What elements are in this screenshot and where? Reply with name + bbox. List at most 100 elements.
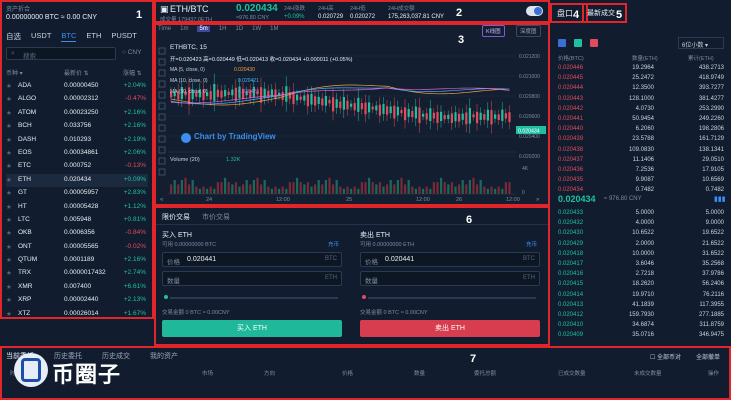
order-book: 6位小数 ▾ 价格(BTC) 数量(ETH) 累计(ETH) 0.020446 1… [552,24,730,344]
region-label-7: 7 [470,353,477,365]
ob-total: 35.2568 [702,261,724,267]
orderbook-row[interactable]: 0.020441 50.9454 249.2260 [552,115,730,124]
region-6-outline [154,206,550,346]
region-label-5: 5 [616,9,623,21]
orderbook-row[interactable]: 0.020415 18.2620 56.2406 [552,280,730,289]
ob-total: 161.7129 [698,136,724,143]
ob-price: 0.020443 [558,95,584,102]
orderbook-row[interactable]: 0.020430 10.6522 19.6522 [552,229,730,238]
orderbook-row[interactable]: 0.020435 9.9087 10.6569 [552,176,730,185]
orderbook-row[interactable]: 0.020442 4.0730 253.2990 [552,105,730,114]
ob-price: 0.020435 [558,177,584,184]
ob-price: 0.020432 [558,220,584,227]
mid-price: 0.020434 [558,194,596,204]
orderbook-row[interactable]: 0.020439 23.5788 161.7129 [552,135,730,144]
ob-qty: 34.6874 [632,322,654,329]
orderbook-row[interactable]: 0.020432 4.0000 9.0000 [552,219,730,228]
ob-total: 277.1885 [698,312,724,318]
orderbook-row[interactable]: 0.020414 19.9710 76.2116 [552,291,730,300]
ob-total: 76.2116 [702,291,724,298]
region-label-3: 3 [458,34,465,46]
orderbook-row[interactable]: 0.020410 34.6874 311.8759 [552,321,730,330]
ob-qty: 3.6046 [635,261,654,267]
ob-price: 0.020417 [558,261,584,267]
ob-qty: 4.0000 [635,220,654,227]
orderbook-row[interactable]: 0.020416 2.7218 37.9786 [552,270,730,279]
ob-price: 0.020446 [558,65,584,71]
ob-total: 37.9786 [702,271,724,278]
ob-qty: 19.2964 [632,65,654,71]
ob-qty: 35.0716 [632,332,654,339]
ob-price: 0.020438 [558,146,584,153]
ob-price: 0.020442 [558,105,584,112]
exchange-page: 资产折合 0.00000000 BTC ≈ 0.00 CNY 自选 USDT BTC… [0,0,731,400]
ob-price: 0.020418 [558,250,584,257]
orderbook-row[interactable]: 0.020445 25.2472 418.9749 [552,74,730,83]
ob-qty: 23.5788 [632,136,654,143]
ob-qty: 7.2536 [635,167,654,173]
ob-total: 29.0510 [702,156,724,163]
ob-qty: 4.0730 [635,105,654,112]
ob-price: 0.020430 [558,230,584,237]
decimals-value: 6位小数 [682,43,704,49]
tab-orderbook[interactable]: 盘口 [557,8,573,19]
ob-price: 0.020410 [558,322,584,329]
ob-qty: 5.0000 [635,210,654,216]
ob-qty: 25.2472 [632,75,654,82]
ob-total: 253.2990 [698,105,724,112]
region-1-outline [0,0,154,319]
orderbook-row[interactable]: 0.020443 128.1000 381.4277 [552,95,730,104]
ob-total: 418.9749 [698,75,724,82]
ob-qty: 2.7218 [635,271,654,278]
orderbook-row[interactable]: 0.020436 7.2536 17.9105 [552,166,730,175]
ob-price: 0.020433 [558,210,584,216]
mid-price-row: 0.020434 ≈ 976.80 CNY ▮▮▮ [552,192,730,206]
ob-total: 9.0000 [705,220,724,227]
ob-qty: 109.0830 [628,146,654,153]
orderbook-row[interactable]: 0.020412 159.7930 277.1885 [552,311,730,320]
ob-qty: 2.0000 [635,240,654,247]
orderbook-row[interactable]: 0.020413 41.1839 117.3955 [552,301,730,310]
ob-qty: 50.9454 [632,116,654,122]
orderbook-row[interactable]: 0.020440 6.2060 198.2806 [552,125,730,134]
region-label-4: 4 [573,9,580,21]
ob-price: 0.020429 [558,240,584,247]
ob-qty: 128.1000 [628,95,654,102]
orderbook-row[interactable]: 0.020446 19.2964 438.2713 [552,64,730,73]
orderbook-row[interactable]: 0.020438 109.0830 138.1341 [552,146,730,155]
tab-latest-trades[interactable]: 最新成交 [587,8,615,18]
ob-qty: 41.1839 [632,301,654,308]
ob-price: 0.020436 [558,167,584,173]
ob-price: 0.020444 [558,85,584,92]
ob-total: 393.7277 [698,85,724,92]
orderbook-row[interactable]: 0.020437 11.1406 29.0510 [552,156,730,165]
ob-total: 311.8759 [699,322,724,329]
ob-total: 438.2713 [698,65,724,71]
ob-qty: 18.2620 [632,281,654,288]
ob-header-total: 累计(ETH) [688,56,714,62]
ob-qty: 11.1406 [632,156,654,163]
decimals-select[interactable]: 6位小数 ▾ [678,37,724,49]
region-2-outline [154,0,550,23]
ob-header-price: 价格(BTC) [558,56,584,62]
book-bids-icon[interactable] [574,39,582,47]
ob-price: 0.020440 [558,126,584,133]
ob-total: 56.2406 [702,281,724,288]
signal-icon: ▮▮▮ [714,196,726,203]
orderbook-row[interactable]: 0.020417 3.6046 35.2568 [552,260,730,269]
orderbook-row[interactable]: 0.020418 10.0000 31.6522 [552,250,730,259]
orderbook-row[interactable]: 0.020433 5.0000 5.0000 [552,209,730,218]
ob-total: 381.4277 [698,95,724,102]
ob-qty: 10.6522 [632,230,654,237]
mid-cny: ≈ 976.80 CNY [604,196,642,202]
ob-qty: 19.9710 [632,291,654,298]
ob-price: 0.020413 [558,301,584,308]
orderbook-row[interactable]: 0.020429 2.0000 21.6522 [552,240,730,249]
ob-price: 0.020439 [558,136,584,143]
ob-qty: 10.0000 [632,250,654,257]
orderbook-row[interactable]: 0.020444 12.3500 393.7277 [552,84,730,93]
ob-price: 0.020441 [558,116,584,122]
book-both-icon[interactable] [558,39,566,47]
orderbook-row[interactable]: 0.020409 35.0716 346.9475 [552,331,730,340]
book-asks-icon[interactable] [590,39,598,47]
